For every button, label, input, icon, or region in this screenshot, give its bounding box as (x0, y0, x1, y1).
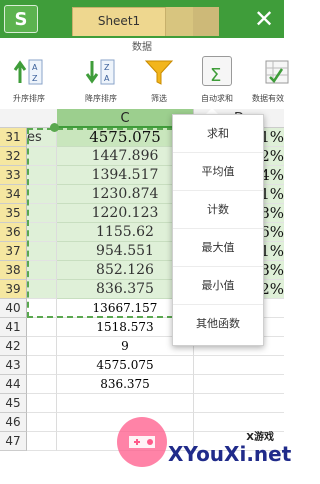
row-header[interactable]: 43 (0, 356, 27, 375)
row-header[interactable]: 36 (0, 223, 27, 242)
app-logo-button[interactable]: S (4, 5, 38, 33)
menu-item-sum[interactable]: 求和 (173, 115, 263, 153)
close-icon[interactable]: ✕ (252, 7, 276, 31)
row-header[interactable]: 32 (0, 147, 27, 166)
cell-b[interactable] (27, 432, 57, 451)
row-header[interactable]: 31 (0, 128, 27, 147)
cell-b[interactable] (27, 223, 57, 242)
data-validation-label: 数据有效 (252, 94, 284, 103)
watermark: X游戏 XYouXi.net (108, 404, 291, 484)
cell-b[interactable] (27, 280, 57, 299)
cell-d[interactable] (193, 356, 284, 375)
watermark-brand-text: XYouXi.net (168, 442, 292, 466)
cell-c[interactable]: 4575.075 (57, 356, 193, 375)
svg-text:A: A (32, 63, 38, 72)
cell-b[interactable] (27, 147, 57, 166)
cell-b[interactable] (27, 318, 57, 337)
cell-b[interactable] (27, 299, 57, 318)
menu-item-other-functions[interactable]: 其他函数 (173, 305, 263, 342)
sort-descending-icon: Z A (85, 59, 115, 85)
sigma-icon: Σ (210, 65, 221, 86)
menu-item-average[interactable]: 平均值 (173, 153, 263, 191)
cell-d[interactable] (193, 375, 284, 394)
menu-item-count[interactable]: 计数 (173, 191, 263, 229)
svg-text:A: A (104, 74, 110, 83)
row-header[interactable]: 37 (0, 242, 27, 261)
filter-icon (144, 60, 174, 85)
filter-label: 筛选 (151, 94, 167, 103)
cell-b[interactable] (27, 356, 57, 375)
gamepad-logo-icon (117, 417, 167, 467)
cell-b[interactable] (27, 413, 57, 432)
autosum-label: 自动求和 (201, 94, 233, 103)
autosum-dropdown: 求和 平均值 计数 最大值 最小值 其他函数 (172, 114, 264, 346)
data-validation-icon (265, 60, 289, 84)
row-header[interactable]: 46 (0, 413, 27, 432)
sort-ascending-label: 升序排序 (13, 94, 45, 103)
cell-b[interactable] (27, 394, 57, 413)
sort-ascending-button[interactable]: A Z 升序排序 (3, 54, 55, 106)
row-header[interactable]: 34 (0, 185, 27, 204)
title-bar: S Sheet1 ✕ (0, 0, 284, 38)
ribbon-group-title: 数据 (132, 42, 152, 53)
autosum-icon-frame: Σ (202, 56, 232, 86)
data-validation-button[interactable]: 数据有效 (249, 54, 301, 106)
tab-sheet-3[interactable] (193, 7, 219, 36)
menu-item-max[interactable]: 最大值 (173, 229, 263, 267)
row-header[interactable]: 41 (0, 318, 27, 337)
cell-b[interactable] (27, 242, 57, 261)
filter-button[interactable]: 筛选 (133, 54, 185, 106)
row-header[interactable]: 45 (0, 394, 27, 413)
row-header[interactable]: 40 (0, 299, 27, 318)
selection-handle[interactable] (50, 123, 59, 132)
cell-b[interactable] (27, 375, 57, 394)
row-header[interactable]: 35 (0, 204, 27, 223)
cell-b[interactable] (27, 166, 57, 185)
row-header[interactable]: 42 (0, 337, 27, 356)
row-header[interactable]: 33 (0, 166, 27, 185)
cell-b[interactable] (27, 204, 57, 223)
row-header[interactable]: 47 (0, 432, 27, 451)
sort-descending-button[interactable]: Z A 降序排序 (75, 54, 127, 106)
sort-descending-label: 降序排序 (85, 94, 117, 103)
corner-header[interactable] (0, 109, 27, 128)
menu-item-min[interactable]: 最小值 (173, 267, 263, 305)
svg-text:Σ: Σ (210, 65, 221, 86)
cell-b[interactable] (27, 337, 57, 356)
watermark-small-text: X游戏 (246, 432, 274, 443)
svg-text:Z: Z (32, 74, 38, 83)
cell-b[interactable] (27, 185, 57, 204)
svg-text:Z: Z (104, 63, 110, 72)
tab-sheet-2[interactable] (166, 7, 193, 36)
sort-ascending-icon: A Z (13, 59, 43, 85)
row-header[interactable]: 38 (0, 261, 27, 280)
row-header[interactable]: 44 (0, 375, 27, 394)
data-ribbon: 数据 A Z 升序排序 Z A 降序排序 筛选 Σ 自动求和 数据有效 (0, 38, 289, 110)
autosum-button[interactable]: Σ 自动求和 (191, 54, 243, 106)
cell-c[interactable]: 836.375 (57, 375, 193, 394)
cell-b[interactable] (27, 261, 57, 280)
row-header[interactable]: 39 (0, 280, 27, 299)
tab-sheet1[interactable]: Sheet1 (72, 7, 166, 36)
